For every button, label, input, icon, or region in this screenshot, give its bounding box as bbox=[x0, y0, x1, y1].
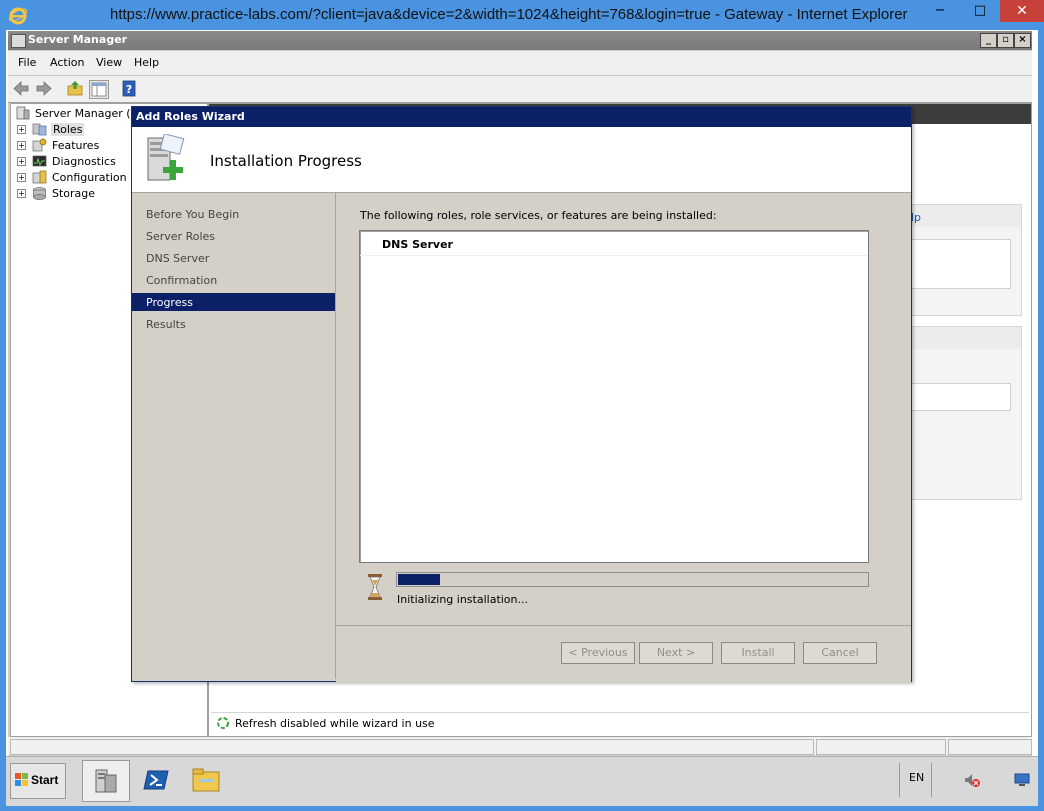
add-roles-wizard: Add Roles Wizard Installation Progress B… bbox=[131, 106, 912, 682]
section-body bbox=[911, 383, 1011, 411]
install-item: DNS Server bbox=[382, 238, 453, 251]
back-arrow-icon[interactable] bbox=[12, 80, 30, 97]
section-header bbox=[911, 327, 1021, 349]
features-icon bbox=[32, 138, 47, 152]
close-button[interactable]: ✕ bbox=[1000, 0, 1044, 22]
wizard-heading: Installation Progress bbox=[210, 152, 362, 170]
expand-icon[interactable]: + bbox=[17, 157, 26, 166]
help-link[interactable]: lp bbox=[911, 211, 921, 224]
server-manager-icon bbox=[11, 34, 26, 48]
taskbar: Start EN bbox=[6, 756, 1038, 806]
list-divider bbox=[360, 255, 868, 256]
install-button[interactable]: Install bbox=[721, 642, 795, 664]
wizard-steps: Before You Begin Server Roles DNS Server… bbox=[132, 193, 336, 679]
menu-bar: File Action View Help bbox=[8, 51, 1032, 76]
forward-arrow-icon[interactable] bbox=[35, 80, 53, 97]
tree-root-label: Server Manager (PL bbox=[35, 107, 144, 120]
tree-item-label: Features bbox=[52, 139, 100, 152]
show-hide-console-tree-icon[interactable] bbox=[89, 80, 109, 99]
cancel-button[interactable]: Cancel bbox=[803, 642, 877, 664]
next-button[interactable]: Next > bbox=[639, 642, 713, 664]
wizard-header: Installation Progress bbox=[132, 127, 911, 193]
menu-view[interactable]: View bbox=[96, 56, 122, 69]
server-manager-title: Server Manager bbox=[28, 33, 128, 46]
language-indicator[interactable]: EN bbox=[909, 771, 924, 784]
up-folder-icon[interactable] bbox=[66, 80, 84, 97]
minimize-button[interactable]: − bbox=[925, 0, 955, 22]
status-segment bbox=[10, 739, 814, 755]
wizard-content: The following roles, role services, or f… bbox=[336, 193, 911, 625]
step-server-roles[interactable]: Server Roles bbox=[132, 227, 335, 245]
menu-help[interactable]: Help bbox=[134, 56, 159, 69]
summary-section-2 bbox=[910, 326, 1022, 500]
status-segment bbox=[816, 739, 946, 755]
install-items-list[interactable]: DNS Server bbox=[359, 230, 869, 563]
progress-status: Initializing installation... bbox=[397, 593, 529, 606]
tree-item-label: Storage bbox=[52, 187, 96, 200]
wizard-titlebar: Add Roles Wizard bbox=[132, 107, 911, 127]
sm-close-button[interactable]: × bbox=[1014, 33, 1031, 48]
ie-window: https://www.practice-labs.com/?client=ja… bbox=[0, 0, 1044, 811]
menu-action[interactable]: Action bbox=[50, 56, 84, 69]
server-manager-icon bbox=[95, 769, 117, 793]
wizard-title: Add Roles Wizard bbox=[136, 110, 245, 123]
menu-file[interactable]: File bbox=[18, 56, 36, 69]
step-progress[interactable]: Progress bbox=[132, 293, 335, 311]
step-before-you-begin[interactable]: Before You Begin bbox=[132, 205, 335, 223]
toolbar: ? bbox=[8, 76, 1032, 103]
tray-divider bbox=[899, 763, 900, 797]
section-header: lp bbox=[911, 205, 1021, 227]
server-manager-icon bbox=[16, 106, 30, 120]
tree-item-label: Roles bbox=[51, 123, 85, 136]
tree-item-label: Configuration bbox=[52, 171, 127, 184]
step-results[interactable]: Results bbox=[132, 315, 335, 333]
install-progress-bar bbox=[396, 572, 869, 587]
powershell-icon bbox=[143, 770, 169, 790]
refresh-status-label: Refresh disabled while wizard in use bbox=[235, 717, 435, 730]
server-manager-titlebar: Server Manager _ ▫ × bbox=[8, 31, 1032, 50]
diagnostics-icon bbox=[32, 155, 47, 167]
window-title: https://www.practice-labs.com/?client=ja… bbox=[110, 6, 908, 23]
sm-minimize-button[interactable]: _ bbox=[980, 33, 997, 48]
windows-flag-icon bbox=[15, 773, 28, 786]
expand-icon[interactable]: + bbox=[17, 125, 26, 134]
svg-text:?: ? bbox=[126, 83, 132, 96]
tray-divider bbox=[931, 763, 932, 797]
section-body bbox=[911, 239, 1011, 289]
server-add-role-icon bbox=[147, 134, 185, 181]
expand-icon[interactable]: + bbox=[17, 141, 26, 150]
step-dns-server[interactable]: DNS Server bbox=[132, 249, 335, 267]
refresh-icon bbox=[217, 717, 229, 729]
hourglass-icon bbox=[368, 574, 382, 600]
start-label: Start bbox=[31, 773, 59, 787]
configuration-icon bbox=[32, 170, 47, 184]
expand-icon[interactable]: + bbox=[17, 173, 26, 182]
help-icon[interactable]: ? bbox=[120, 80, 138, 97]
internet-explorer-icon bbox=[8, 7, 28, 25]
restore-button[interactable]: □ bbox=[965, 0, 995, 22]
previous-button[interactable]: < Previous bbox=[561, 642, 635, 664]
expand-icon[interactable]: + bbox=[17, 189, 26, 198]
summary-section-1: lp bbox=[910, 204, 1022, 316]
roles-icon bbox=[32, 123, 47, 136]
folder-icon bbox=[192, 768, 220, 792]
sm-restore-button[interactable]: ▫ bbox=[997, 33, 1014, 48]
progress-fill bbox=[398, 574, 440, 585]
taskbar-file-explorer[interactable] bbox=[182, 760, 228, 800]
tree-item-label: Diagnostics bbox=[52, 155, 116, 168]
taskbar-powershell[interactable] bbox=[133, 760, 179, 800]
wizard-footer: < Previous Next > Install Cancel bbox=[336, 625, 911, 682]
status-segment bbox=[948, 739, 1032, 755]
status-bar bbox=[8, 737, 1032, 755]
start-button[interactable]: Start bbox=[10, 763, 66, 799]
network-icon[interactable] bbox=[1013, 772, 1031, 788]
step-confirmation[interactable]: Confirmation bbox=[132, 271, 335, 289]
ie-titlebar: https://www.practice-labs.com/?client=ja… bbox=[0, 0, 1044, 30]
wizard-intro-text: The following roles, role services, or f… bbox=[360, 209, 717, 222]
storage-icon bbox=[33, 187, 46, 200]
volume-muted-icon[interactable] bbox=[963, 772, 981, 788]
taskbar-server-manager[interactable] bbox=[82, 760, 130, 802]
refresh-status: Refresh disabled while wizard in use bbox=[211, 712, 1029, 735]
